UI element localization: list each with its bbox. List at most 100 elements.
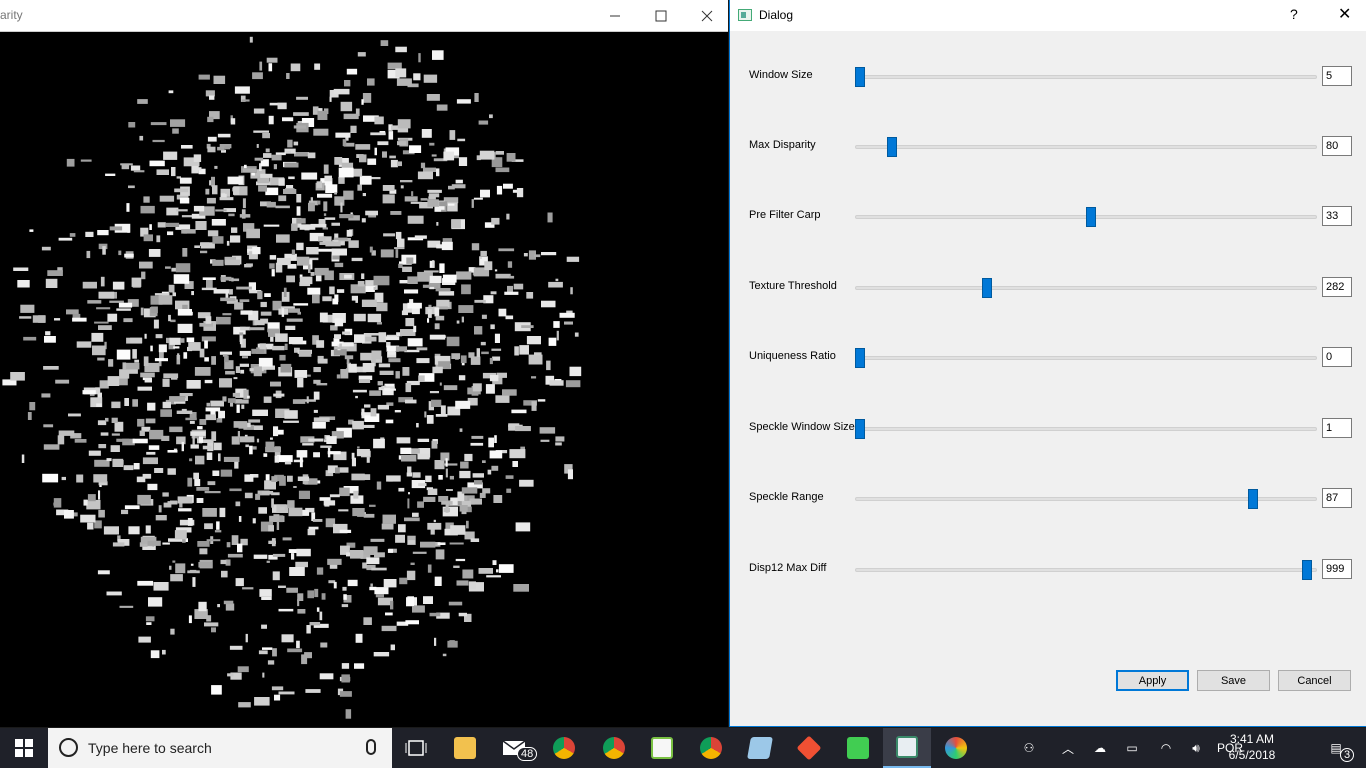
window-size-spinbox[interactable]: 5 bbox=[1322, 66, 1352, 86]
uniqueness-ratio-slider[interactable] bbox=[855, 346, 1317, 370]
people-icon: ⚇ bbox=[1023, 741, 1035, 755]
slider-handle[interactable] bbox=[855, 348, 865, 368]
slider-track bbox=[855, 568, 1317, 572]
minimize-icon bbox=[610, 15, 620, 17]
param-window-size: Window Size 5 bbox=[730, 65, 1366, 89]
search-placeholder: Type here to search bbox=[88, 740, 212, 756]
param-pre-filter-carp: Pre Filter Carp 33 bbox=[730, 205, 1366, 229]
param-label: Texture Threshold bbox=[749, 280, 837, 292]
max-disparity-slider[interactable] bbox=[855, 135, 1317, 159]
windows-logo-icon bbox=[15, 739, 33, 757]
taskbar-file-explorer[interactable] bbox=[441, 728, 489, 768]
taskbar-clock[interactable]: 3:41 AM 6/5/2018 bbox=[1222, 731, 1282, 763]
show-hidden-icons[interactable]: ︿ bbox=[1056, 728, 1080, 768]
task-view-button[interactable] bbox=[392, 728, 440, 768]
start-button[interactable] bbox=[0, 728, 48, 768]
disparity-window: arity bbox=[0, 0, 728, 727]
slider-track bbox=[855, 427, 1317, 431]
folder-icon bbox=[454, 737, 476, 759]
dialog-close-button[interactable]: ✕ bbox=[1338, 4, 1351, 24]
param-texture-threshold: Texture Threshold 282 bbox=[730, 276, 1366, 300]
disparity-window-title: arity bbox=[0, 8, 23, 22]
save-button[interactable]: Save bbox=[1197, 670, 1270, 691]
param-uniqueness-ratio: Uniqueness Ratio 0 bbox=[730, 346, 1366, 370]
battery-button[interactable]: ▭ bbox=[1120, 728, 1144, 768]
disparity-titlebar[interactable]: arity bbox=[0, 0, 728, 32]
disp12-max-diff-slider[interactable] bbox=[855, 558, 1317, 582]
task-view-icon bbox=[405, 740, 427, 756]
taskbar-paint-app[interactable] bbox=[932, 728, 980, 768]
speckle-window-size-spinbox[interactable]: 1 bbox=[1322, 418, 1352, 438]
param-label: Speckle Window Size bbox=[749, 421, 855, 433]
action-center-button[interactable]: ▤ 3 bbox=[1318, 728, 1355, 768]
speaker-icon: 🔊︎ bbox=[1192, 740, 1200, 755]
window-size-slider[interactable] bbox=[855, 65, 1317, 89]
max-disparity-spinbox[interactable]: 80 bbox=[1322, 136, 1352, 156]
taskbar-mail[interactable]: 48 bbox=[490, 728, 538, 768]
taskbar-chrome-2[interactable] bbox=[687, 728, 735, 768]
dialog-app-icon bbox=[738, 9, 752, 21]
param-max-disparity: Max Disparity 80 bbox=[730, 135, 1366, 159]
dialog-window-icon bbox=[896, 736, 918, 758]
slider-handle[interactable] bbox=[855, 67, 865, 87]
slider-handle[interactable] bbox=[1248, 489, 1258, 509]
param-label: Pre Filter Carp bbox=[749, 209, 821, 221]
disparity-map-image bbox=[0, 33, 728, 727]
close-button[interactable] bbox=[684, 0, 730, 32]
slider-handle[interactable] bbox=[1086, 207, 1096, 227]
uniqueness-ratio-spinbox[interactable]: 0 bbox=[1322, 347, 1352, 367]
battery-icon: ▭ bbox=[1126, 741, 1138, 755]
taskbar-chrome-profile[interactable] bbox=[590, 728, 638, 768]
minimize-button[interactable] bbox=[592, 0, 638, 32]
wifi-icon: ◠ bbox=[1160, 741, 1172, 755]
mail-count-badge: 48 bbox=[517, 747, 538, 761]
git-icon bbox=[796, 735, 822, 761]
slider-handle[interactable] bbox=[855, 419, 865, 439]
taskbar-sheet-app[interactable] bbox=[638, 728, 686, 768]
slider-handle[interactable] bbox=[1302, 560, 1312, 580]
param-label: Uniqueness Ratio bbox=[749, 350, 836, 362]
microphone-icon[interactable] bbox=[366, 739, 376, 755]
taskbar-notes-app[interactable] bbox=[736, 728, 784, 768]
texture-threshold-slider[interactable] bbox=[855, 276, 1317, 300]
maximize-icon bbox=[655, 10, 667, 22]
param-label: Disp12 Max Diff bbox=[749, 562, 827, 574]
param-label: Speckle Range bbox=[749, 491, 824, 503]
dialog-titlebar[interactable]: Dialog ? ✕ bbox=[730, 0, 1366, 31]
slider-handle[interactable] bbox=[982, 278, 992, 298]
onedrive-button[interactable]: ☁ bbox=[1088, 728, 1112, 768]
help-button[interactable]: ? bbox=[1290, 6, 1298, 22]
dialog-title: Dialog bbox=[759, 8, 794, 22]
network-button[interactable]: ◠ bbox=[1154, 728, 1178, 768]
taskbar-chrome[interactable] bbox=[540, 728, 588, 768]
pre-filter-carp-spinbox[interactable]: 33 bbox=[1322, 206, 1352, 226]
clock-date: 6/5/2018 bbox=[1228, 748, 1276, 762]
slider-handle[interactable] bbox=[887, 137, 897, 157]
slider-track bbox=[855, 145, 1317, 149]
chrome-profile-icon bbox=[603, 737, 625, 759]
speckle-range-spinbox[interactable]: 87 bbox=[1322, 488, 1352, 508]
qt-icon bbox=[847, 737, 869, 759]
speckle-range-slider[interactable] bbox=[855, 487, 1317, 511]
spreadsheet-icon bbox=[651, 737, 673, 759]
slider-track bbox=[855, 356, 1317, 360]
notes-icon bbox=[747, 737, 773, 759]
cancel-button[interactable]: Cancel bbox=[1278, 670, 1351, 691]
param-disp12-max-diff: Disp12 Max Diff 999 bbox=[730, 558, 1366, 582]
people-button[interactable]: ⚇ bbox=[1014, 728, 1044, 768]
param-speckle-window-size: Speckle Window Size 1 bbox=[730, 417, 1366, 441]
apply-button[interactable]: Apply bbox=[1116, 670, 1189, 691]
taskbar-qt-creator[interactable] bbox=[834, 728, 882, 768]
pre-filter-carp-slider[interactable] bbox=[855, 205, 1317, 229]
speckle-window-size-slider[interactable] bbox=[855, 417, 1317, 441]
volume-button[interactable]: 🔊︎ bbox=[1184, 728, 1208, 768]
taskbar-dialog-app[interactable] bbox=[883, 728, 931, 768]
palette-icon bbox=[945, 737, 967, 759]
taskbar-git-app[interactable] bbox=[785, 728, 833, 768]
chrome-icon bbox=[553, 737, 575, 759]
chevron-up-icon: ︿ bbox=[1061, 741, 1074, 756]
taskbar-search-box[interactable]: Type here to search bbox=[48, 728, 392, 768]
maximize-button[interactable] bbox=[638, 0, 684, 32]
disp12-max-diff-spinbox[interactable]: 999 bbox=[1322, 559, 1352, 579]
texture-threshold-spinbox[interactable]: 282 bbox=[1322, 277, 1352, 297]
